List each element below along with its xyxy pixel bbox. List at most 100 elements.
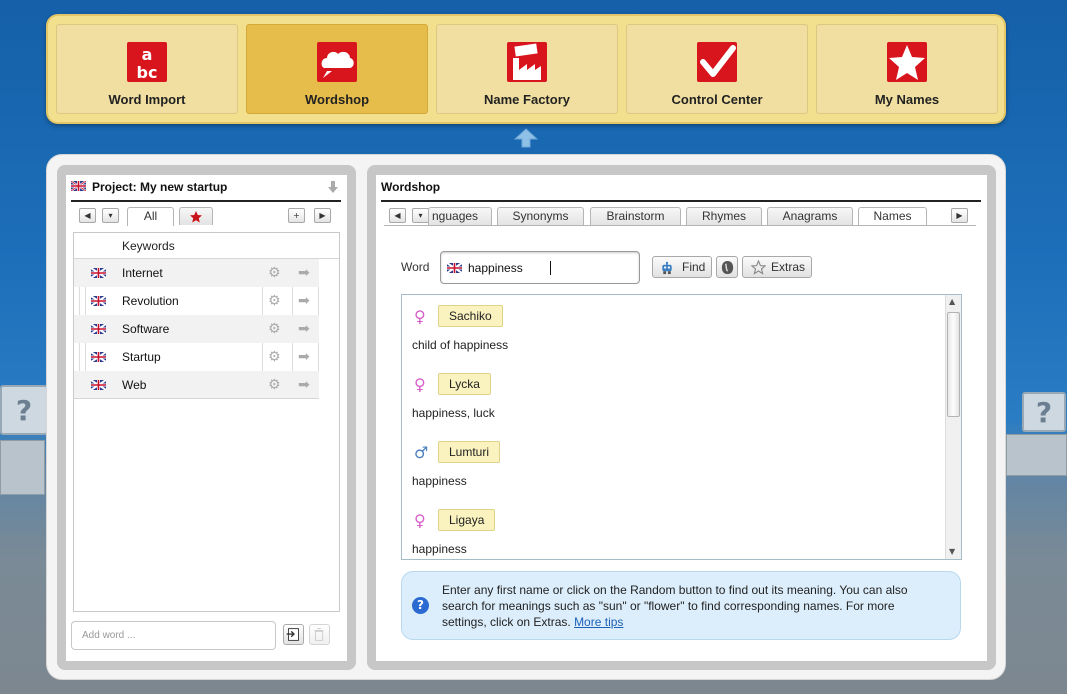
tab-scroll-left-button[interactable]: ◀ [389, 208, 406, 223]
arrow-right-icon[interactable]: ➡ [298, 350, 310, 364]
help-icon: ? [412, 597, 429, 614]
tab-label: Names [873, 209, 912, 223]
tab-brainstorm[interactable]: Brainstorm [590, 207, 681, 225]
nav-my-names[interactable]: My Names [816, 24, 998, 114]
tab-languages[interactable]: nguages [428, 207, 492, 225]
tab-synonyms[interactable]: Synonyms [497, 207, 584, 225]
tab-label: nguages [432, 209, 479, 223]
abc-icon: a bc [127, 42, 167, 82]
keywords-header[interactable]: Keywords [122, 239, 175, 253]
uk-flag-icon [91, 324, 106, 334]
checkmark-icon [697, 42, 737, 82]
gear-icon[interactable]: ⚙ [268, 350, 281, 364]
word-label: Word [401, 260, 430, 274]
delete-button[interactable] [309, 624, 330, 645]
table-row[interactable]: Software ⚙ ➡ [74, 315, 319, 343]
table-row[interactable]: Startup ⚙ ➡ [74, 343, 319, 371]
arrow-right-icon[interactable]: ➡ [298, 322, 310, 336]
nav-word-import[interactable]: a bc Word Import [56, 24, 238, 114]
table-row[interactable]: Web ⚙ ➡ [74, 371, 319, 399]
tab-label: Rhymes [701, 209, 746, 223]
nav-wordshop[interactable]: Wordshop [246, 24, 428, 114]
download-arrow-icon[interactable] [327, 180, 339, 194]
name-chip[interactable]: Sachiko [438, 305, 503, 327]
table-row[interactable]: Revolution ⚙ ➡ [74, 287, 319, 315]
more-tips-link[interactable]: More tips [574, 615, 623, 629]
tab-scroll-left-button[interactable]: ◀ [79, 208, 96, 223]
nav-label: My Names [874, 92, 940, 107]
tab-all[interactable]: All [127, 207, 174, 226]
collapse-arrow-icon[interactable] [513, 127, 539, 149]
find-label: Find [682, 260, 706, 274]
tab-dropdown-button[interactable]: ▾ [102, 208, 119, 223]
name-chip[interactable]: Ligaya [438, 509, 496, 531]
female-icon: ♀ [414, 511, 426, 530]
gear-icon[interactable]: ⚙ [268, 322, 281, 336]
tip-box: ? Enter any first name or click on the R… [401, 571, 961, 640]
keyword-text: Startup [122, 350, 161, 364]
scroll-up-icon[interactable]: ▲ [949, 297, 955, 306]
robot-icon [662, 261, 672, 275]
list-item[interactable]: ♀ Ligaya happiness [402, 499, 942, 559]
arrow-right-icon[interactable]: ➡ [298, 294, 310, 308]
add-tab-label: + [293, 211, 300, 220]
tab-rhymes[interactable]: Rhymes [686, 207, 762, 225]
list-item[interactable]: ♀ Sachiko child of happiness [402, 295, 942, 363]
add-word-placeholder: Add word ... [82, 630, 136, 641]
tab-scroll-right-button[interactable]: ▶ [951, 208, 968, 223]
tab-anagrams[interactable]: Anagrams [767, 207, 853, 225]
gear-icon[interactable]: ⚙ [268, 378, 281, 392]
female-icon: ♀ [414, 307, 426, 326]
uk-flag-icon [71, 181, 86, 191]
nav-name-factory[interactable]: Name Factory [436, 24, 618, 114]
results-list: ♀ Sachiko child of happiness ♀ Lycka hap… [401, 294, 962, 560]
nav-control-center[interactable]: Control Center [626, 24, 808, 114]
name-chip[interactable]: Lumturi [438, 441, 501, 463]
table-row[interactable]: Internet ⚙ ➡ [74, 259, 319, 287]
tip-text: Enter any first name or click on the Ran… [442, 582, 942, 630]
arrow-right-icon[interactable]: ➡ [298, 266, 310, 280]
title-divider [381, 200, 981, 202]
uk-flag-icon [91, 352, 106, 362]
keyword-text: Software [122, 322, 170, 336]
add-word-input[interactable]: Add word ... [71, 621, 276, 650]
gear-icon[interactable]: ⚙ [268, 294, 281, 308]
extras-button[interactable]: Extras [742, 256, 812, 278]
male-icon: ♂ [414, 443, 429, 462]
import-button[interactable] [283, 624, 304, 645]
random-button[interactable] [716, 256, 738, 278]
wordshop-title: Wordshop [381, 180, 441, 194]
uk-flag-icon [91, 268, 106, 278]
scrollbar[interactable]: ▲ ▼ [945, 295, 961, 559]
tab-scroll-right-button[interactable]: ▶ [314, 208, 331, 223]
tab-names[interactable]: Names [858, 207, 927, 226]
add-tab-button[interactable]: + [288, 208, 305, 223]
dice-icon [721, 260, 734, 275]
project-title: Project: My new startup [92, 180, 228, 194]
gear-icon[interactable]: ⚙ [268, 266, 281, 280]
word-input-value: happiness [468, 261, 523, 275]
tab-label: Anagrams [782, 209, 838, 223]
scroll-down-icon[interactable]: ▼ [949, 547, 955, 556]
background-billboard-left: ? [0, 385, 50, 495]
keywords-table: Keywords Internet ⚙ ➡ Revolution ⚙ ➡ Sof… [73, 232, 340, 612]
find-button[interactable]: Find [652, 256, 712, 278]
arrow-right-icon[interactable]: ➡ [298, 378, 310, 392]
name-meaning: child of happiness [412, 338, 509, 352]
nav-label: Name Factory [484, 92, 570, 107]
tip-message: Enter any first name or click on the Ran… [442, 583, 908, 629]
tab-dropdown-button[interactable]: ▾ [412, 208, 429, 223]
list-item[interactable]: ♀ Lycka happiness, luck [402, 363, 942, 431]
tab-label: Synonyms [512, 209, 569, 223]
title-divider [71, 200, 341, 202]
star-icon [190, 211, 202, 223]
list-item[interactable]: ♂ Lumturi happiness [402, 431, 942, 499]
table-header: Keywords [74, 233, 339, 259]
star-outline-icon [751, 260, 766, 275]
name-chip[interactable]: Lycka [438, 373, 491, 395]
tab-favorites[interactable] [179, 207, 213, 225]
scroll-thumb[interactable] [947, 312, 960, 417]
tab-label: Brainstorm [606, 209, 665, 223]
word-input[interactable]: happiness [440, 251, 640, 284]
name-meaning: happiness, luck [412, 406, 495, 420]
